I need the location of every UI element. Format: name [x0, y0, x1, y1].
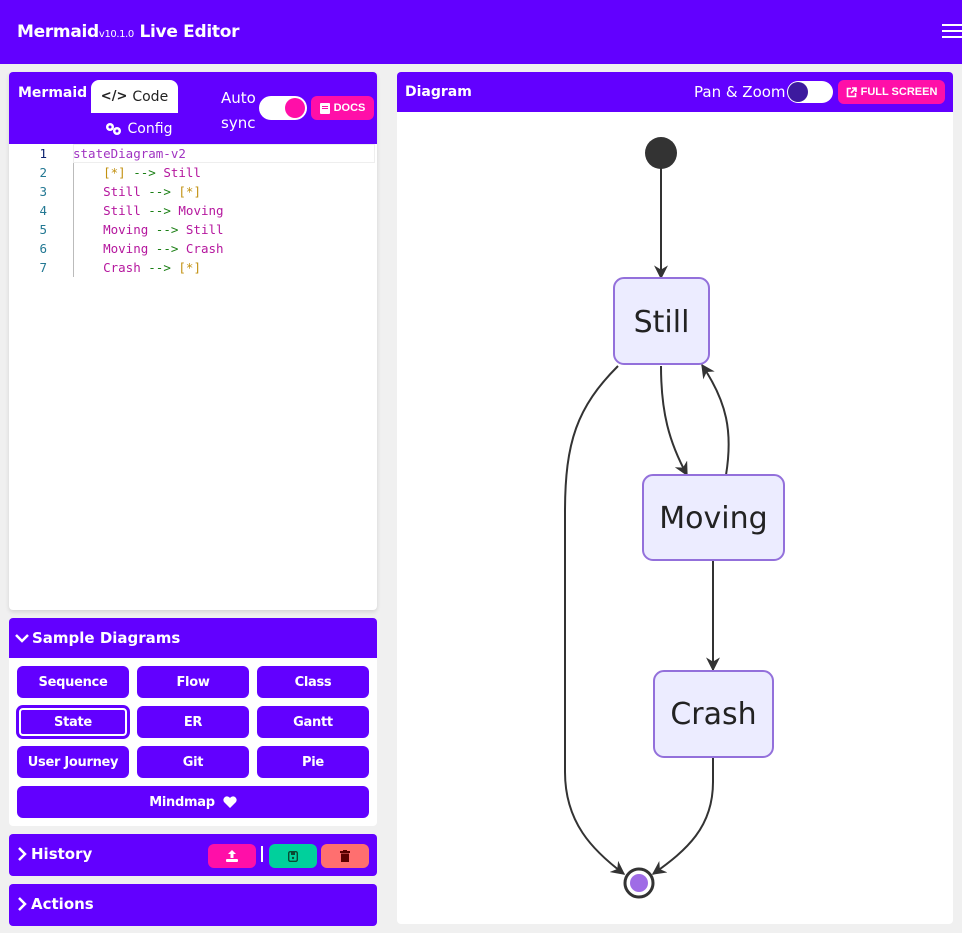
editor-title: Mermaid: [18, 85, 88, 101]
tab-config-label: Config: [127, 120, 173, 137]
sample-flow-button[interactable]: Flow: [137, 666, 249, 698]
diagram-panel: Diagram Pan & Zoom FULL SCREEN Still Mov…: [397, 72, 953, 924]
line-number: 5: [39, 222, 47, 237]
line-number: 2: [39, 165, 47, 180]
transition-crash-to-end: [651, 758, 714, 875]
book-icon: [319, 102, 330, 114]
sample-git-button[interactable]: Git: [137, 746, 249, 778]
transition-moving-to-still: [701, 363, 730, 476]
state-diagram[interactable]: Still Moving Crash: [397, 112, 953, 924]
state-label: Crash: [670, 697, 756, 732]
tab-code[interactable]: </> Code: [91, 80, 178, 113]
state-label: Still: [634, 305, 690, 340]
brand-name: Mermaid: [17, 22, 99, 42]
history-delete-button[interactable]: [321, 844, 369, 868]
actions-panel-header[interactable]: Actions: [9, 884, 377, 926]
code-line: 3 Still --> [*]: [9, 182, 377, 201]
docs-button[interactable]: DOCS: [311, 96, 374, 120]
state-label: Moving: [659, 501, 767, 536]
autosync-toggle[interactable]: [259, 96, 307, 120]
line-number: 4: [39, 203, 47, 218]
version-label: v10.1.0: [98, 29, 134, 40]
autosync-label-line1: Auto: [221, 89, 256, 107]
sample-pie-button[interactable]: Pie: [257, 746, 369, 778]
tab-config[interactable]: Config: [91, 113, 186, 144]
code-text: Crash --> [*]: [103, 260, 201, 275]
state-node-moving[interactable]: Moving: [642, 474, 785, 561]
sample-diagrams-title: Sample Diagrams: [32, 629, 181, 647]
upload-icon: [226, 850, 238, 862]
history-upload-button[interactable]: [208, 844, 256, 868]
state-node-still[interactable]: Still: [613, 277, 710, 365]
code-line: 1 stateDiagram-v2: [9, 144, 377, 163]
mindmap-label: Mindmap: [149, 794, 215, 810]
diagram-header: Diagram Pan & Zoom FULL SCREEN: [397, 72, 953, 112]
line-number: 6: [39, 241, 47, 256]
start-state: [645, 137, 677, 169]
code-text: Moving --> Crash: [103, 241, 224, 256]
chevron-down-icon: [15, 634, 29, 643]
sample-state-button[interactable]: State: [17, 706, 129, 738]
sample-sequence-button[interactable]: Sequence: [17, 666, 129, 698]
save-icon: [288, 850, 298, 862]
gears-icon: [105, 122, 121, 135]
code-text: Moving --> Still: [103, 222, 224, 237]
pan-zoom-toggle[interactable]: [787, 81, 833, 103]
hamburger-icon[interactable]: [942, 24, 962, 40]
autosync-label-line2: sync: [221, 114, 256, 132]
transition-still-to-moving: [660, 365, 688, 477]
sample-diagrams-panel: Sample Diagrams Sequence Flow Class Stat…: [9, 618, 377, 826]
app-title: Mermaidv10.1.0 Live Editor: [17, 22, 239, 42]
heart-icon: [223, 796, 237, 808]
sample-user-journey-button[interactable]: User Journey: [17, 746, 129, 778]
chevron-right-icon: [18, 847, 27, 861]
external-link-icon: [846, 86, 857, 97]
code-text: stateDiagram-v2: [73, 146, 186, 161]
history-panel-header[interactable]: History: [9, 834, 377, 876]
transition-still-to-end: [564, 365, 626, 875]
code-icon: </>: [100, 89, 128, 104]
title-suffix: Live Editor: [139, 22, 240, 42]
full-screen-button[interactable]: FULL SCREEN: [838, 80, 945, 104]
autosync-label: Auto sync: [221, 86, 256, 136]
diagram-title: Diagram: [405, 84, 472, 100]
code-line: 6 Moving --> Crash: [9, 239, 377, 258]
history-title: History: [31, 845, 93, 863]
tab-code-label: Code: [132, 88, 169, 105]
editor-panel: Mermaid </> Code Config Auto sync DOCS 1…: [9, 72, 377, 610]
line-number: 3: [39, 184, 47, 199]
sample-mindmap-button[interactable]: Mindmap: [17, 786, 369, 818]
code-text: Still --> [*]: [103, 184, 201, 199]
docs-label: DOCS: [333, 102, 366, 114]
editor-header: Mermaid </> Code Config Auto sync DOCS: [9, 72, 377, 144]
end-state: [623, 867, 655, 899]
chevron-right-icon: [18, 897, 27, 911]
full-screen-label: FULL SCREEN: [860, 86, 938, 98]
code-line: 4 Still --> Moving: [9, 201, 377, 220]
trash-icon: [340, 850, 350, 862]
line-number: 7: [39, 260, 47, 275]
top-navbar: Mermaidv10.1.0 Live Editor: [0, 0, 962, 64]
code-line: 2 [*] --> Still: [9, 163, 377, 182]
code-line: 5 Moving --> Still: [9, 220, 377, 239]
history-save-button[interactable]: [269, 844, 317, 868]
sample-gantt-button[interactable]: Gantt: [257, 706, 369, 738]
pan-zoom-label: Pan & Zoom: [694, 83, 786, 101]
code-text: Still --> Moving: [103, 203, 224, 218]
actions-title: Actions: [31, 895, 94, 913]
code-editor[interactable]: 1 stateDiagram-v2 2 [*] --> Still 3 Stil…: [9, 144, 377, 610]
line-number: 1: [39, 146, 47, 161]
code-text: [*] --> Still: [103, 165, 201, 180]
divider: [261, 846, 263, 862]
code-line: 7 Crash --> [*]: [9, 258, 377, 277]
sample-class-button[interactable]: Class: [257, 666, 369, 698]
sample-diagrams-header[interactable]: Sample Diagrams: [9, 618, 377, 658]
sample-er-button[interactable]: ER: [137, 706, 249, 738]
state-node-crash[interactable]: Crash: [653, 670, 774, 758]
